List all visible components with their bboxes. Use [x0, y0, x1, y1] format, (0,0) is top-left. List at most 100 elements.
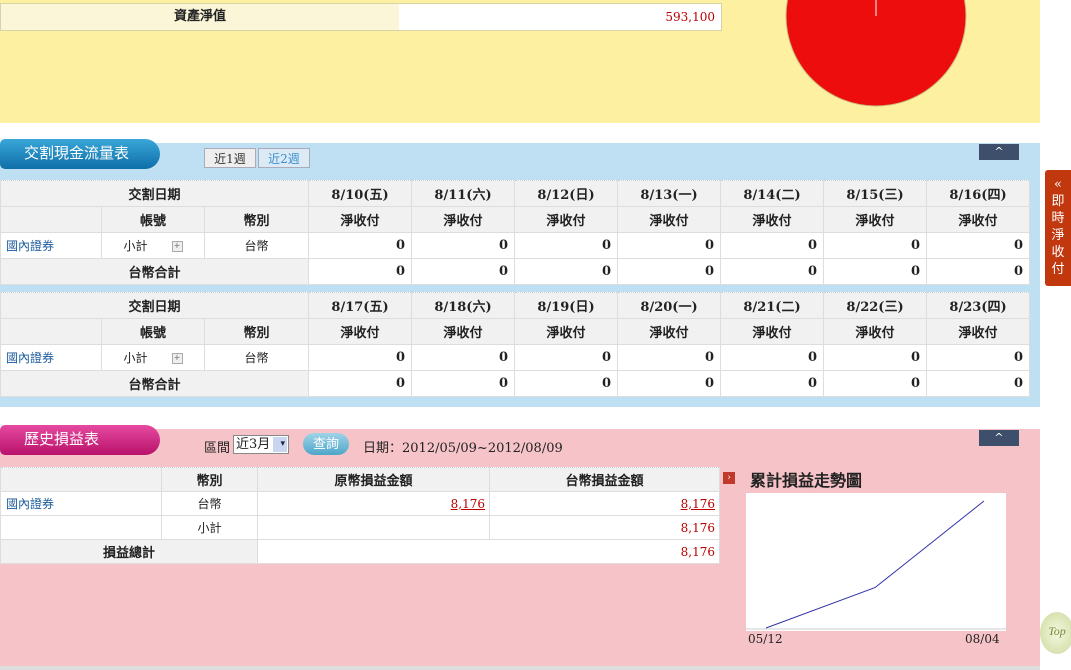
realtime-net-tab[interactable]: « 即時淨收付 [1045, 170, 1071, 286]
net-value: 0 [411, 232, 515, 259]
expand-icon[interactable]: + [171, 353, 183, 364]
total-value: 0 [720, 370, 824, 397]
table-row: 國內證券 台幣 8,176 8,176 [0, 491, 720, 516]
header-net: 淨收付 [617, 318, 721, 345]
subtotal-cell: 小計 + [101, 344, 205, 371]
date-header: 8/21(二) [720, 292, 824, 319]
orig-amount-link[interactable]: 8,176 [257, 491, 490, 516]
asset-label: 資產淨值 [1, 4, 399, 30]
header-net: 淨收付 [308, 318, 412, 345]
total-value: 0 [411, 258, 515, 285]
net-value: 0 [308, 232, 412, 259]
total-value: 0 [720, 258, 824, 285]
subtotal-label: 小計 [123, 239, 148, 253]
chevron-up-icon: ^ [994, 145, 1004, 158]
total-value: 0 [823, 258, 927, 285]
twd-amount: 8,176 [489, 515, 720, 540]
history-header-row: 幣別 原幣損益金額 台幣損益金額 [0, 467, 720, 492]
date-header: 8/19(日) [514, 292, 618, 319]
date-header: 8/15(三) [823, 180, 927, 207]
history-total-row: 損益總計 8,176 [0, 539, 720, 564]
date-header-row: 交割日期 8/10(五) 8/11(六) 8/12(日) 8/13(一) 8/14(二) 8… [0, 180, 1030, 207]
total-label: 台幣合計 [0, 370, 309, 397]
history-collapse-button[interactable]: ^ [979, 430, 1019, 446]
chevron-right-icon: › [723, 472, 735, 484]
header-net: 淨收付 [720, 206, 824, 233]
x-tick-label: 08/04 [965, 632, 1000, 646]
date-header: 8/11(六) [411, 180, 515, 207]
chevron-up-icon: ^ [994, 431, 1004, 444]
orig-amount [257, 515, 490, 540]
date-header: 8/13(一) [617, 180, 721, 207]
subtotal-cell: 小計 + [101, 232, 205, 259]
table-row: 小計 8,176 [0, 515, 720, 540]
header-net: 淨收付 [308, 206, 412, 233]
header-net: 淨收付 [411, 318, 515, 345]
domestic-securities-link[interactable]: 國內證券 [0, 491, 162, 516]
domestic-securities-link[interactable]: 國內證券 [0, 232, 102, 259]
date-range-text: 日期：2012/05/09~2012/08/09 [363, 441, 563, 456]
net-value: 0 [720, 232, 824, 259]
header-net: 淨收付 [926, 318, 1030, 345]
row-currency: 台幣 [204, 232, 309, 259]
expand-icon[interactable]: + [171, 241, 183, 252]
header-blank [0, 318, 102, 345]
side-tab-char: 收 [1051, 245, 1065, 260]
net-value: 0 [514, 344, 618, 371]
header-net: 淨收付 [926, 206, 1030, 233]
date-header: 8/22(三) [823, 292, 927, 319]
net-value: 0 [411, 344, 515, 371]
column-header-row: 帳號 幣別 淨收付 淨收付 淨收付 淨收付 淨收付 淨收付 淨收付 [0, 206, 1030, 233]
net-value: 0 [617, 344, 721, 371]
header-date: 交割日期 [0, 292, 309, 319]
header-account: 帳號 [101, 318, 205, 345]
total-value: 0 [926, 258, 1030, 285]
total-value: 0 [308, 370, 412, 397]
domestic-securities-link[interactable]: 國內證券 [0, 344, 102, 371]
total-label: 台幣合計 [0, 258, 309, 285]
header-blank [0, 206, 102, 233]
header-net: 淨收付 [411, 206, 515, 233]
asset-summary-row: 資產淨值 593,100 [0, 3, 722, 31]
cumulative-pl-chart [746, 493, 1006, 631]
total-value: 0 [514, 258, 618, 285]
twd-amount-link[interactable]: 8,176 [489, 491, 720, 516]
date-header: 8/14(二) [720, 180, 824, 207]
tab-week-1[interactable]: 近1週 [204, 148, 256, 168]
header-date: 交割日期 [0, 180, 309, 207]
header-orig-amount: 原幣損益金額 [257, 467, 490, 492]
date-header-row: 交割日期 8/17(五) 8/18(六) 8/19(日) 8/20(一) 8/21(二) 8… [0, 292, 1030, 319]
horizontal-scrollbar[interactable] [0, 666, 1040, 670]
net-value: 0 [823, 232, 927, 259]
chart-title: 累計損益走勢圖 [750, 471, 863, 490]
asset-pie-chart [785, 0, 967, 107]
total-value: 0 [823, 370, 927, 397]
x-tick-label: 05/12 [748, 632, 783, 646]
row-currency: 小計 [161, 515, 258, 540]
asset-value: 593,100 [665, 10, 715, 24]
header-net: 淨收付 [514, 318, 618, 345]
range-select-value: 近3月 [236, 437, 271, 452]
back-to-top-button[interactable]: Top [1040, 612, 1071, 654]
history-table: 幣別 原幣損益金額 台幣損益金額 國內證券 台幣 8,176 8,176 小計 … [0, 467, 720, 564]
chevron-down-icon: ▾ [280, 439, 285, 449]
net-value: 0 [926, 344, 1030, 371]
total-label: 損益總計 [0, 539, 258, 564]
header-currency: 幣別 [204, 318, 309, 345]
net-value: 0 [823, 344, 927, 371]
net-value: 0 [514, 232, 618, 259]
header-twd-amount: 台幣損益金額 [489, 467, 720, 492]
total-value: 0 [411, 370, 515, 397]
row-name [0, 515, 162, 540]
total-value: 0 [617, 370, 721, 397]
total-twd: 8,176 [257, 539, 720, 564]
range-select[interactable]: 近3月 ▾ [233, 435, 289, 454]
cashflow-collapse-button[interactable]: ^ [979, 144, 1019, 160]
tab-week-2[interactable]: 近2週 [258, 148, 310, 168]
side-tab-char: 時 [1051, 211, 1065, 226]
query-button[interactable]: 查詢 [303, 433, 349, 455]
header-blank [0, 467, 162, 492]
date-header: 8/10(五) [308, 180, 412, 207]
total-row: 台幣合計 0 0 0 0 0 0 0 [0, 370, 1030, 397]
header-net: 淨收付 [514, 206, 618, 233]
